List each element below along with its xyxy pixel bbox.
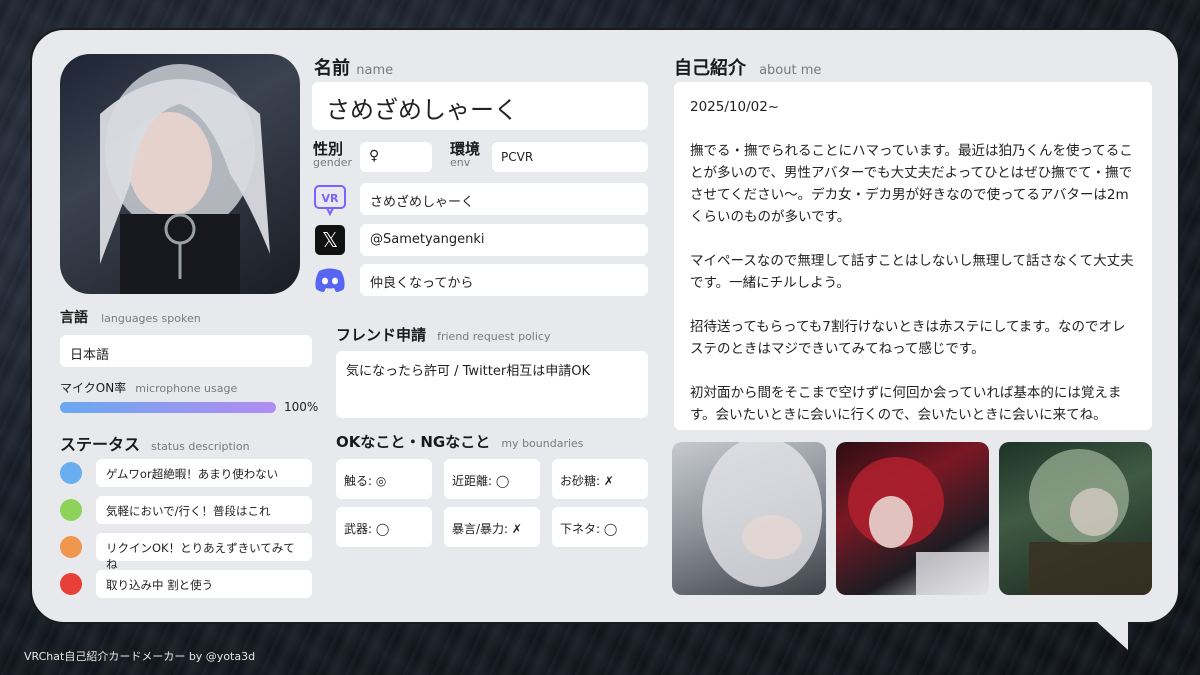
status-dot: [60, 573, 82, 595]
gender-label: 性別 gender: [313, 140, 352, 170]
name-sub-label: name: [356, 63, 394, 78]
discord-value: 仲良くなってから: [370, 276, 474, 291]
about-paragraph-2: マイペースなので無理して話すことはしないし無理して話さなくて大丈夫です。一緒にチ…: [690, 253, 1134, 291]
boundary-item: 暴言/暴力: ✗: [444, 507, 540, 547]
boundary-item-text: 近距離: ◯: [452, 474, 510, 488]
vrchat-icon: VR: [313, 184, 347, 217]
mic-bar-fill: [60, 402, 276, 413]
boundary-item-text: お砂糖: ✗: [560, 474, 614, 488]
twitter-handle-value: @Sametyangenki: [370, 232, 485, 247]
languages-field: 日本語: [60, 335, 312, 367]
mic-bar-track: [60, 402, 276, 413]
vrchat-name-field: さめざめしゃーく: [360, 183, 648, 215]
friend-field: 気になったら許可 / Twitter相互は申請OK: [336, 351, 648, 418]
gallery-photo-1: [672, 442, 826, 595]
about-label: 自己紹介 about me: [674, 58, 822, 79]
boundary-item: 武器: ◯: [336, 507, 432, 547]
gallery-photo-3: [999, 442, 1152, 595]
status-item: ゲムワor超絶暇！あまり使わない: [96, 459, 312, 487]
boundary-item: 触る: ◎: [336, 459, 432, 499]
env-label: 環境 env: [450, 140, 481, 170]
boundary-item: 下ネタ: ◯: [552, 507, 648, 547]
boundary-item-text: 触る: ◎: [344, 474, 387, 488]
env-value: PCVR: [501, 150, 534, 164]
svg-text:VR: VR: [322, 192, 340, 205]
name-label: 名前 name: [314, 58, 394, 79]
gender-value: ♀: [369, 148, 380, 164]
footer-credit: VRChat自己紹介カードメーカー by @yota3d: [24, 650, 256, 663]
status-item: 気軽においで/行く！普段はこれ: [96, 496, 312, 524]
friend-label: フレンド申請 friend request policy: [336, 326, 551, 344]
status-dot: [60, 536, 82, 558]
about-date: 2025/10/02~: [690, 99, 780, 115]
languages-label: 言語 languages spoken: [60, 310, 201, 326]
boundary-item: お砂糖: ✗: [552, 459, 648, 499]
mic-label: マイクON率 microphone usage: [60, 381, 238, 395]
x-twitter-icon: 𝕏: [315, 225, 345, 255]
about-paragraph-1: 撫でる・撫でられることにハマっています。最近は狛乃くんを使ってることが多いので、…: [690, 143, 1133, 225]
about-field: 2025/10/02~ 撫でる・撫でられることにハマっています。最近は狛乃くんを…: [674, 82, 1152, 430]
twitter-handle-field: @Sametyangenki: [360, 224, 648, 256]
name-field: さめざめしゃーく: [312, 82, 648, 130]
about-paragraph-4: 初対面から間をそこまで空けずに何回か会っていれば基本的には覚えます。会いたいとき…: [690, 385, 1122, 423]
boundary-item-text: 武器: ◯: [344, 522, 390, 536]
boundary-item: 近距離: ◯: [444, 459, 540, 499]
gallery-photo-2: [836, 442, 989, 595]
env-field: PCVR: [492, 142, 648, 172]
status-item-text: 取り込み中 割と使う: [106, 578, 214, 592]
status-item-text: ゲムワor超絶暇！あまり使わない: [106, 467, 279, 481]
gender-field: ♀: [360, 142, 432, 172]
status-item: リクインOK！とりあえずきいてみてね: [96, 533, 312, 571]
languages-value: 日本語: [70, 348, 110, 363]
friend-value: 気になったら許可 / Twitter相互は申請OK: [346, 364, 590, 379]
boundary-item-text: 暴言/暴力: ✗: [452, 522, 522, 536]
discord-icon: [313, 267, 347, 293]
avatar-image: [60, 54, 300, 294]
vrchat-name-value: さめざめしゃーく: [370, 195, 475, 210]
status-label: ステータス status description: [60, 435, 250, 454]
status-item-text: 気軽においで/行く！普段はこれ: [106, 504, 271, 518]
status-item: 取り込み中 割と使う: [96, 570, 312, 598]
mic-value: 100%: [284, 400, 319, 414]
discord-field: 仲良くなってから: [360, 264, 648, 296]
status-dot: [60, 499, 82, 521]
status-dot: [60, 462, 82, 484]
about-paragraph-3: 招待送ってもらっても7割行けないときは赤ステにしてます。なのでオレステのときはマ…: [690, 319, 1126, 357]
boundaries-label: OKなこと・NGなこと my boundaries: [336, 433, 584, 451]
name-value: さめざめしゃーく: [326, 96, 518, 124]
boundary-item-text: 下ネタ: ◯: [560, 522, 618, 536]
